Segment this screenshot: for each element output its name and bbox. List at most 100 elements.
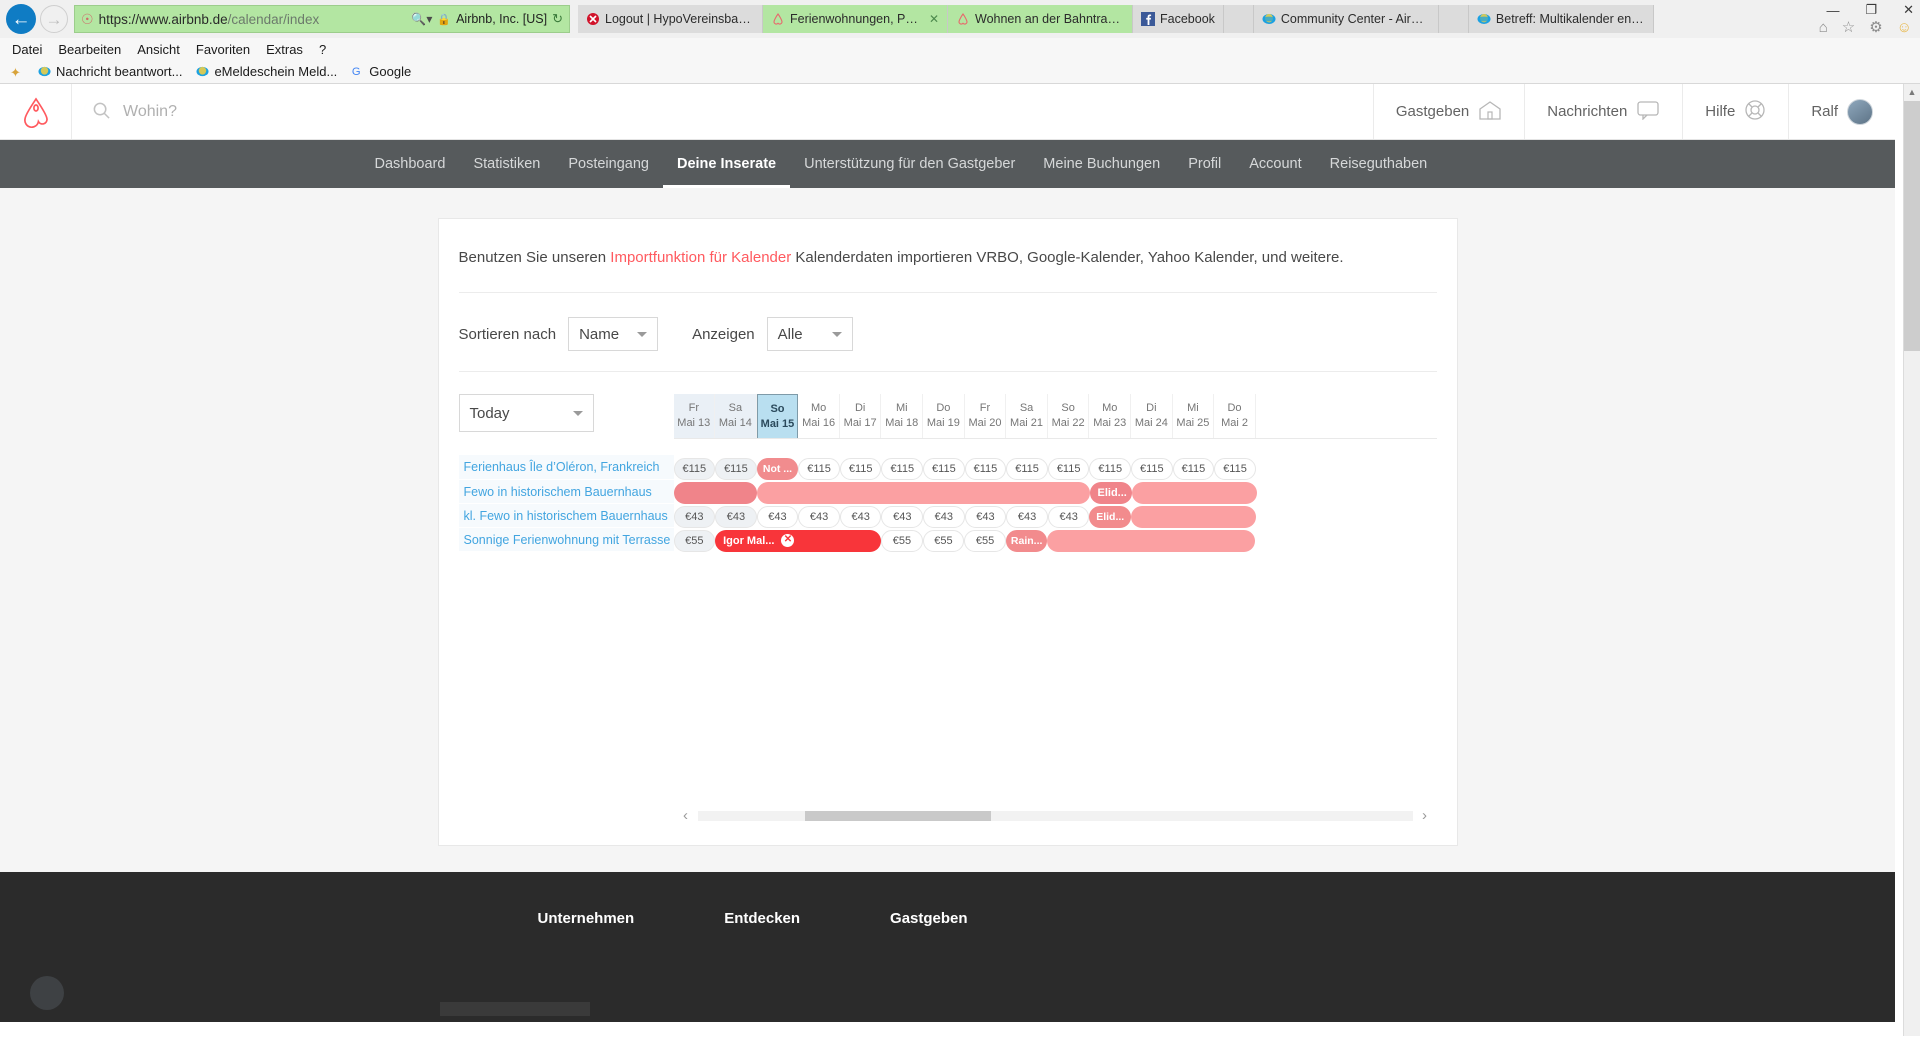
favorite-item[interactable]: eMeldeschein Meld... — [196, 64, 337, 79]
back-arrow-icon[interactable]: ← — [6, 4, 36, 34]
search-icon[interactable]: 🔍▾ — [411, 12, 432, 26]
reservation-bar[interactable] — [673, 481, 757, 504]
day-header-today[interactable]: So Mai 15 — [756, 394, 799, 438]
reservation-bar-elid[interactable]: Elid... — [1089, 505, 1132, 528]
restore-button[interactable]: ❐ — [1865, 2, 1877, 18]
price-cell[interactable]: €115 — [1172, 457, 1215, 480]
nav-item-hilfe[interactable]: Hilfe — [1683, 84, 1790, 139]
price-cell[interactable]: €55 — [881, 529, 923, 552]
price-cell[interactable]: €43 — [1047, 505, 1090, 528]
day-header[interactable]: Fr Mai 20 — [965, 394, 1007, 438]
menu-item-ansicht[interactable]: Ansicht — [137, 42, 180, 57]
subnav-item-posteingang[interactable]: Posteingang — [554, 140, 663, 188]
menu-item-help[interactable]: ? — [319, 42, 326, 57]
scroll-track[interactable] — [697, 810, 1413, 821]
close-circle-icon[interactable]: ✕ — [781, 534, 795, 548]
nav-item-gastgeben[interactable]: Gastgeben — [1374, 84, 1526, 139]
menu-item-extras[interactable]: Extras — [266, 42, 303, 57]
minimize-button[interactable]: — — [1826, 3, 1839, 18]
price-cell[interactable]: €115 — [923, 457, 965, 480]
nav-item-account[interactable]: Ralf — [1789, 84, 1895, 139]
price-cell[interactable]: €115 — [715, 457, 757, 480]
browser-tab[interactable]: Betreff: Multikalender entfe... — [1468, 5, 1654, 33]
price-cell[interactable]: €55 — [673, 529, 716, 552]
price-cell[interactable]: €115 — [1089, 457, 1132, 480]
favorite-item[interactable]: Nachricht beantwort... — [38, 64, 182, 79]
browser-tab-active[interactable]: Ferienwohnungen, Privat... ✕ — [763, 5, 948, 33]
nav-item-nachrichten[interactable]: Nachrichten — [1525, 84, 1684, 139]
price-cell[interactable]: €43 — [1006, 505, 1048, 528]
price-cell[interactable]: €43 — [798, 505, 840, 528]
price-cell[interactable]: €43 — [673, 505, 716, 528]
menu-item-favoriten[interactable]: Favoriten — [196, 42, 250, 57]
price-cell[interactable]: €115 — [1131, 457, 1173, 480]
chevron-right-icon[interactable]: › — [1413, 807, 1437, 824]
price-cell[interactable]: €115 — [798, 457, 840, 480]
price-cell[interactable]: €115 — [673, 457, 716, 480]
price-cell[interactable]: €43 — [839, 505, 882, 528]
subnav-item-unterstuetzung[interactable]: Unterstützung für den Gastgeber — [790, 140, 1029, 188]
gear-icon[interactable]: ⚙ — [1869, 18, 1882, 36]
subnav-item-dashboard[interactable]: Dashboard — [361, 140, 460, 188]
price-cell[interactable]: €43 — [715, 505, 757, 528]
home-icon[interactable]: ⌂ — [1819, 19, 1828, 36]
favorites-star-icon[interactable]: ☆ — [1842, 18, 1855, 36]
day-header[interactable]: Mo Mai 16 — [798, 394, 840, 438]
scroll-up-icon[interactable]: ▲ — [1904, 84, 1920, 101]
price-cell[interactable]: €115 — [1047, 457, 1090, 480]
subnav-item-account[interactable]: Account — [1235, 140, 1315, 188]
chevron-left-icon[interactable]: ‹ — [674, 807, 698, 824]
import-calendar-link[interactable]: Importfunktion für Kalender — [610, 249, 791, 266]
airbnb-logo-icon[interactable] — [0, 84, 72, 139]
listing-link[interactable]: kl. Fewo in historischem Bauernhaus — [458, 503, 674, 527]
price-cell[interactable]: €55 — [964, 529, 1006, 552]
listing-link[interactable]: Sonnige Ferienwohnung mit Terrasse — [458, 527, 674, 551]
day-header[interactable]: Do Mai 19 — [923, 394, 965, 438]
price-cell[interactable]: €43 — [881, 505, 924, 528]
search-input[interactable]: Wohin? — [72, 84, 1374, 139]
day-header[interactable]: Sa Mai 14 — [715, 394, 757, 438]
forward-arrow-icon[interactable]: → — [40, 5, 68, 33]
day-header[interactable]: Mo Mai 23 — [1089, 394, 1132, 438]
page-vscrollbar[interactable]: ▲ — [1903, 84, 1920, 1036]
day-header[interactable]: Di Mai 24 — [1131, 394, 1173, 438]
price-cell[interactable]: €115 — [881, 457, 924, 480]
subnav-item-deine-inserate[interactable]: Deine Inserate — [662, 140, 791, 188]
subnav-item-meine-buchungen[interactable]: Meine Buchungen — [1029, 140, 1174, 188]
reservation-bar-elid[interactable]: Elid... — [1089, 481, 1132, 504]
day-header[interactable]: So Mai 22 — [1048, 394, 1090, 438]
subnav-item-reiseguthaben[interactable]: Reiseguthaben — [1316, 140, 1442, 188]
price-cell[interactable]: €43 — [923, 505, 965, 528]
price-cell[interactable]: €43 — [756, 505, 799, 528]
scroll-thumb[interactable] — [804, 810, 991, 821]
address-bar[interactable]: ☉ https://www.airbnb.de/calendar/index 🔍… — [74, 5, 570, 33]
listing-link[interactable]: Fewo in historischem Bauernhaus — [458, 479, 674, 503]
day-header[interactable]: Do Mai 2 — [1214, 394, 1256, 438]
day-header[interactable]: Sa Mai 21 — [1006, 394, 1048, 438]
show-filter-select[interactable]: Alle — [766, 317, 853, 351]
refresh-icon[interactable]: ↻ — [552, 11, 563, 27]
close-icon[interactable]: ✕ — [929, 12, 939, 26]
browser-tab[interactable]: Facebook — [1133, 5, 1224, 33]
day-header[interactable]: Di Mai 17 — [840, 394, 882, 438]
price-cell[interactable]: €115 — [1214, 457, 1256, 480]
menu-item-bearbeiten[interactable]: Bearbeiten — [58, 42, 121, 57]
day-header[interactable]: Mi Mai 25 — [1173, 394, 1215, 438]
browser-tab[interactable]: Wohnen an der Bahntrasse... — [948, 5, 1133, 33]
price-cell[interactable]: €115 — [839, 457, 882, 480]
price-cell[interactable]: €115 — [1006, 457, 1048, 480]
reservation-bar[interactable] — [1131, 481, 1257, 504]
footer-search-box[interactable] — [440, 1001, 590, 1016]
browser-tab[interactable]: Community Center - Airbn... — [1253, 5, 1439, 33]
reservation-bar[interactable] — [1131, 505, 1257, 528]
day-header[interactable]: Fr Mai 13 — [673, 394, 716, 438]
scroll-thumb[interactable] — [1904, 101, 1920, 351]
browser-tab[interactable]: Logout | HypoVereinsbank ... — [578, 5, 763, 33]
subnav-item-statistiken[interactable]: Statistiken — [459, 140, 554, 188]
calendar-hscrollbar[interactable]: ‹ › — [674, 803, 1437, 829]
day-header[interactable]: Mi Mai 18 — [881, 394, 924, 438]
menu-item-datei[interactable]: Datei — [12, 42, 42, 57]
today-select[interactable]: Today — [458, 394, 594, 432]
price-cell[interactable]: €55 — [922, 529, 965, 552]
smiley-icon[interactable]: ☺ — [1897, 19, 1912, 36]
